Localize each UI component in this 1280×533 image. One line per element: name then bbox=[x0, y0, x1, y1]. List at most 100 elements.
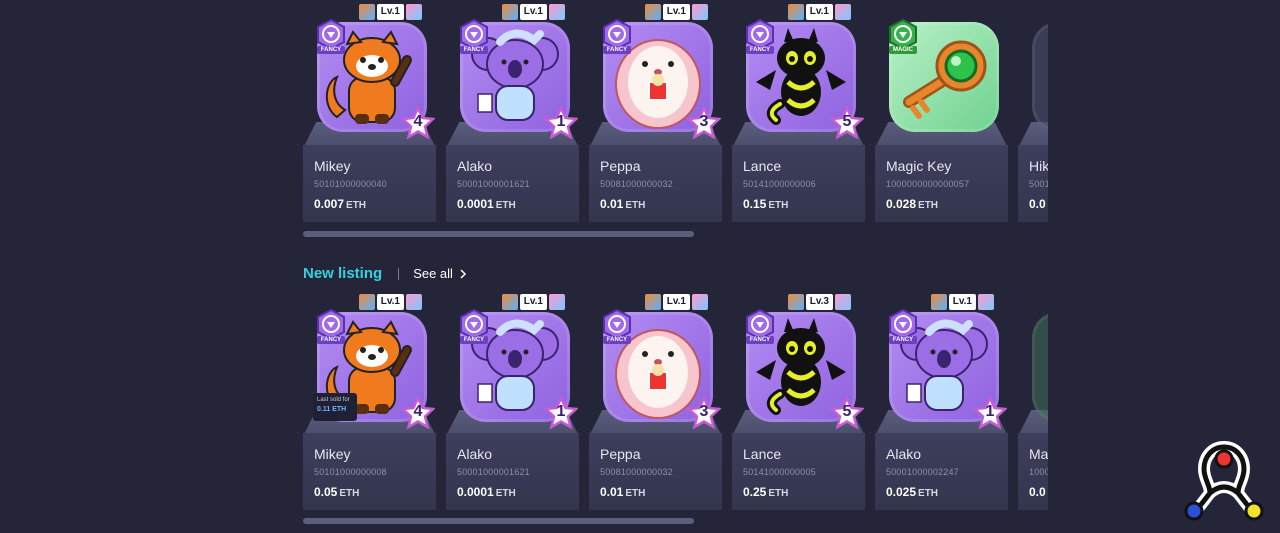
card-id: 50141000000005 bbox=[743, 467, 816, 477]
card-badges: Lv.3 bbox=[787, 294, 851, 310]
card-price: 0.0 bbox=[1029, 197, 1048, 211]
product-card[interactable]: Lv.1 FANCY 1 Alako 50001000002247 0.025 ETH bbox=[875, 290, 1008, 512]
rarity-label: FANCY bbox=[317, 336, 345, 344]
card-name: Alako bbox=[457, 446, 493, 462]
level-badge: Lv.1 bbox=[376, 294, 404, 310]
price-unit: ETH bbox=[918, 200, 939, 211]
price-value: 0.007 bbox=[314, 197, 345, 211]
star-count: 1 bbox=[985, 403, 995, 420]
rarity-label: FANCY bbox=[746, 336, 774, 344]
price-value: 0.0 bbox=[1029, 197, 1046, 211]
card-name: Alako bbox=[886, 446, 922, 462]
price-unit: ETH bbox=[495, 488, 516, 499]
product-card[interactable]: Lv.1 FANCY 3 Peppa 50081000000032 0.01 ETH bbox=[589, 290, 722, 512]
collection-badge-icon bbox=[692, 4, 708, 20]
collection-badge-icon bbox=[406, 4, 422, 20]
card-id: 50081000000032 bbox=[600, 179, 673, 189]
product-card[interactable]: Lv.1 FANCY 1 Alako 50001000001621 0.0001 ETH bbox=[446, 290, 579, 512]
collection-badge-icon bbox=[406, 294, 422, 310]
card-id: 50081000000032 bbox=[600, 467, 673, 477]
collection-badge-icon bbox=[549, 294, 565, 310]
price-unit: ETH bbox=[768, 200, 789, 211]
collection-badge-icon bbox=[978, 294, 994, 310]
card-name: Ma bbox=[1029, 446, 1048, 462]
rarity-label: FANCY bbox=[746, 46, 774, 54]
card-price: 0.0001 ETH bbox=[457, 485, 516, 499]
card-price: 0.15 ETH bbox=[743, 197, 788, 211]
collection-badge-icon bbox=[692, 294, 708, 310]
card-badges: Lv.1 bbox=[501, 4, 565, 20]
top-carousel[interactable]: Lv.1 FANCY 4 Mikey 50101000000040 0.007 ETH … bbox=[303, 0, 1048, 232]
card-image-tile[interactable] bbox=[1032, 22, 1048, 132]
card-badges: Lv.1 bbox=[930, 294, 994, 310]
product-card[interactable]: Lv.1 FANCY 1 Alako 50001000001621 0.0001 ETH bbox=[446, 0, 579, 222]
collection-badge-icon bbox=[549, 4, 565, 20]
level-badge: Lv.1 bbox=[519, 294, 547, 310]
new-listing-scrollbar[interactable] bbox=[303, 518, 694, 524]
level-badge: Lv.1 bbox=[805, 4, 833, 20]
rarity-label: FANCY bbox=[460, 46, 488, 54]
product-card[interactable]: Hik 5001 0.0 bbox=[1018, 0, 1048, 222]
price-value: 0.15 bbox=[743, 197, 767, 211]
price-value: 0.0 bbox=[1029, 485, 1046, 499]
game-badge-icon bbox=[644, 4, 661, 20]
card-name: Mikey bbox=[314, 158, 351, 174]
game-badge-icon bbox=[787, 294, 804, 310]
card-id: 50101000000040 bbox=[314, 179, 387, 189]
product-card[interactable]: Lv.1 FANCY 4 Mikey 50101000000040 0.007 ETH bbox=[303, 0, 436, 222]
card-image-tile[interactable] bbox=[1032, 312, 1048, 422]
price-value: 0.028 bbox=[886, 197, 917, 211]
card-price: 0.028 ETH bbox=[886, 197, 938, 211]
card-name: Lance bbox=[743, 446, 782, 462]
card-badges: Lv.1 bbox=[358, 4, 422, 20]
product-card[interactable]: Lv.1 FANCY 3 Peppa 50081000000032 0.01 ETH bbox=[589, 0, 722, 222]
new-listing-carousel[interactable]: Lv.1 FANCY 4 Last sold for 0.11 ETH Mike… bbox=[303, 290, 1048, 512]
price-unit: ETH bbox=[625, 200, 646, 211]
chevron-right-icon bbox=[460, 268, 466, 279]
card-id: 50001000001621 bbox=[457, 179, 530, 189]
game-badge-icon bbox=[644, 294, 661, 310]
price-value: 0.05 bbox=[314, 485, 338, 499]
rarity-label: FANCY bbox=[317, 46, 345, 54]
collection-badge-icon bbox=[835, 294, 851, 310]
rarity-label: FANCY bbox=[889, 336, 917, 344]
card-name: Magic Key bbox=[886, 158, 952, 174]
card-price: 0.025 ETH bbox=[886, 485, 938, 499]
level-badge: Lv.1 bbox=[662, 294, 690, 310]
product-card[interactable]: Ma 1000 0.0 bbox=[1018, 290, 1048, 512]
card-badges: Lv.1 bbox=[501, 294, 565, 310]
star-count: 1 bbox=[556, 113, 566, 130]
rarity-label: FANCY bbox=[603, 46, 631, 54]
game-badge-icon bbox=[930, 294, 947, 310]
collection-badge-icon bbox=[835, 4, 851, 20]
top-carousel-scrollbar[interactable] bbox=[303, 231, 694, 237]
card-id: 1000 bbox=[1029, 467, 1048, 477]
see-all-link[interactable]: See all bbox=[413, 266, 467, 281]
last-sold-badge: Last sold for 0.11 ETH bbox=[313, 393, 357, 421]
game-badge-icon bbox=[787, 4, 804, 20]
rarity-label: FANCY bbox=[603, 336, 631, 344]
card-price: 0.01 ETH bbox=[600, 197, 645, 211]
rarity-label: FANCY bbox=[460, 336, 488, 344]
level-badge: Lv.1 bbox=[662, 4, 690, 20]
card-price: 0.01 ETH bbox=[600, 485, 645, 499]
card-badges: Lv.1 bbox=[358, 294, 422, 310]
card-badges: Lv.1 bbox=[644, 294, 708, 310]
section-title: New listing bbox=[303, 265, 383, 282]
card-id: 50141000000006 bbox=[743, 179, 816, 189]
card-price: 0.05 ETH bbox=[314, 485, 359, 499]
product-card[interactable]: Lv.3 FANCY 5 Lance 50141000000005 0.25 ETH bbox=[732, 290, 865, 512]
product-card[interactable]: MAGIC Magic Key 1000000000000057 0.028 ETH bbox=[875, 0, 1008, 222]
new-listing-header: New listing See all bbox=[303, 265, 467, 282]
rarity-label: MAGIC bbox=[889, 46, 917, 54]
watermark-logo bbox=[1184, 441, 1264, 521]
last-sold-value: 0.11 ETH bbox=[317, 406, 347, 413]
product-card[interactable]: Lv.1 FANCY 5 Lance 50141000000006 0.15 ETH bbox=[732, 0, 865, 222]
last-sold-label: Last sold for bbox=[317, 397, 350, 403]
price-unit: ETH bbox=[768, 488, 789, 499]
star-count: 3 bbox=[699, 403, 709, 420]
card-id: 50101000000008 bbox=[314, 467, 387, 477]
price-unit: ETH bbox=[495, 200, 516, 211]
price-unit: ETH bbox=[625, 488, 646, 499]
product-card[interactable]: Lv.1 FANCY 4 Last sold for 0.11 ETH Mike… bbox=[303, 290, 436, 512]
